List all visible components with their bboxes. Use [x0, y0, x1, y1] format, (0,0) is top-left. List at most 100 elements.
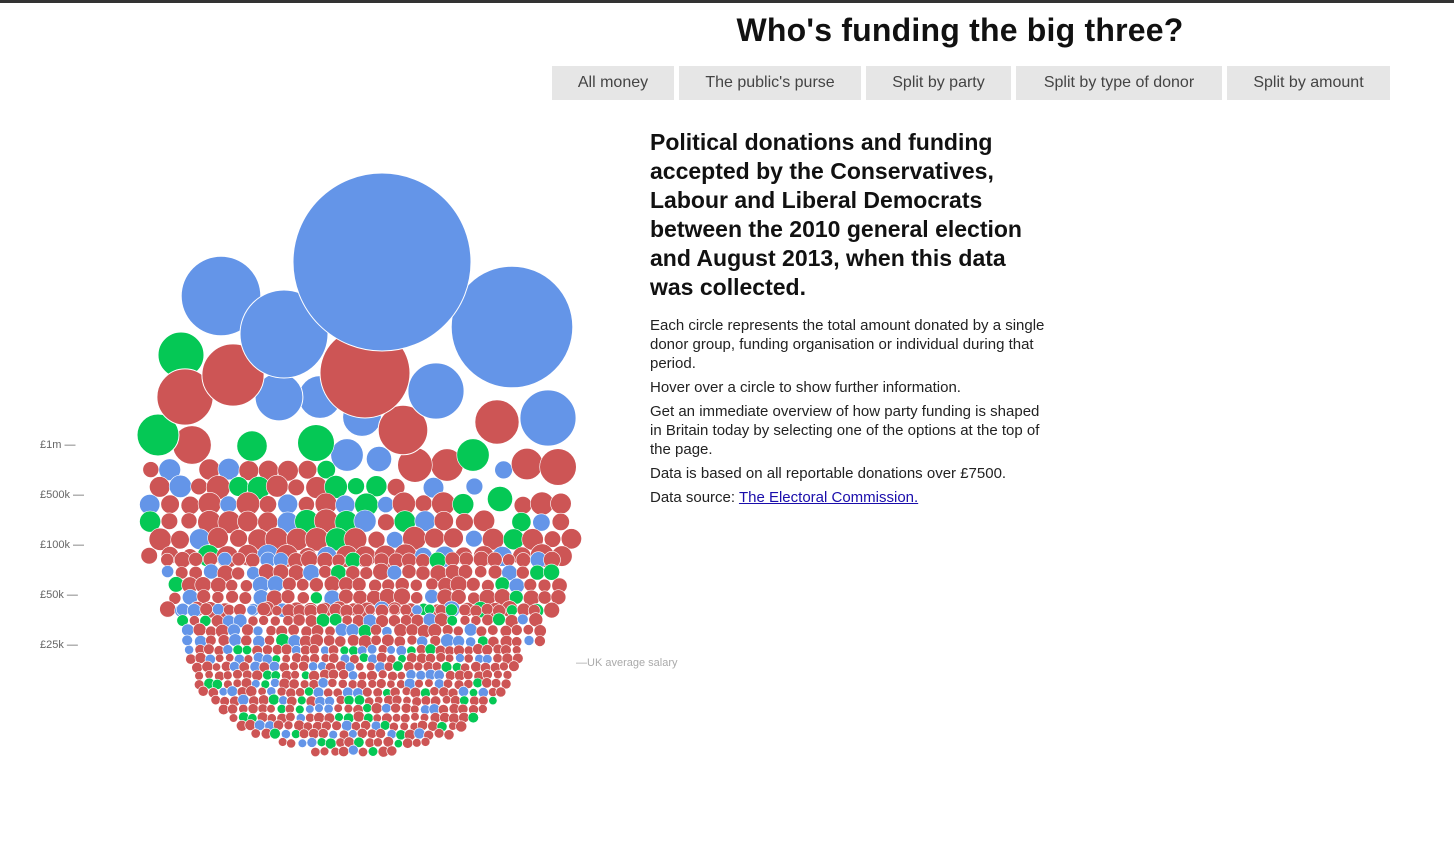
donor-circle-labour[interactable] — [343, 703, 354, 714]
donor-circle-labour[interactable] — [188, 551, 203, 567]
donor-circle-labour[interactable] — [338, 669, 349, 680]
donor-circle-labour[interactable] — [289, 661, 299, 672]
donor-circle-labour[interactable] — [338, 745, 350, 757]
donor-circle-conservative[interactable] — [277, 493, 299, 515]
donor-circle-conservative[interactable] — [386, 564, 403, 581]
donor-circle-labour[interactable] — [396, 671, 406, 681]
donor-circle-conservative[interactable] — [328, 729, 338, 740]
donor-circle-labour[interactable] — [370, 702, 383, 715]
donor-circle-labour[interactable] — [239, 579, 253, 593]
donor-circle-conservative[interactable] — [297, 738, 308, 748]
donor-circle-labour[interactable] — [149, 476, 171, 498]
donor-circle-labour[interactable] — [276, 686, 287, 697]
donor-circle-labour[interactable] — [429, 686, 440, 697]
donor-circle-labour[interactable] — [376, 651, 388, 664]
donor-circle-labour[interactable] — [352, 710, 365, 723]
donor-circle-conservative[interactable] — [455, 653, 465, 663]
donor-circle-labour[interactable] — [481, 677, 493, 689]
donor-circle-labour[interactable] — [231, 552, 246, 567]
donor-circle-labour[interactable] — [210, 694, 221, 706]
donor-circle-conservative[interactable] — [494, 460, 513, 480]
donor-circle-labour[interactable] — [323, 687, 334, 698]
donor-circle-labour[interactable] — [264, 634, 275, 646]
donor-circle-conservative[interactable] — [465, 529, 483, 548]
donor-circle-conservative[interactable] — [226, 685, 239, 697]
donor-circle-labour[interactable] — [469, 604, 483, 618]
donor-circle-conservative[interactable] — [347, 670, 358, 681]
donor-circle-conservative[interactable] — [457, 685, 469, 697]
donor-circle-labour[interactable] — [415, 565, 431, 581]
donor-circle-labour[interactable] — [478, 695, 489, 706]
donor-circle-libdem[interactable] — [232, 644, 244, 656]
donor-circle-labour[interactable] — [424, 527, 445, 549]
donor-circle-labour[interactable] — [539, 448, 577, 486]
donor-circle-labour[interactable] — [529, 491, 554, 516]
donor-circle-labour[interactable] — [282, 576, 297, 592]
donor-circle-labour[interactable] — [463, 653, 474, 664]
donor-circle-labour[interactable] — [377, 669, 388, 680]
donor-circle-labour[interactable] — [510, 447, 543, 480]
donor-circle-conservative[interactable] — [330, 438, 364, 472]
donor-circle-labour[interactable] — [412, 738, 422, 748]
donor-circle-labour[interactable] — [199, 602, 213, 616]
donor-circle-conservative[interactable] — [465, 477, 484, 496]
donor-circle-labour[interactable] — [458, 603, 471, 617]
donor-circle-labour[interactable] — [280, 643, 293, 656]
donor-circle-labour[interactable] — [211, 591, 225, 604]
donor-circle-labour[interactable] — [390, 702, 401, 714]
donor-circle-labour[interactable] — [227, 703, 238, 715]
donor-circle-conservative[interactable] — [219, 495, 238, 514]
donor-circle-libdem[interactable] — [452, 493, 475, 516]
donor-circle-libdem[interactable] — [267, 693, 280, 706]
donor-circle-conservative[interactable] — [168, 474, 192, 498]
donor-circle-labour[interactable] — [357, 671, 368, 681]
donor-circle-libdem[interactable] — [334, 712, 344, 722]
donor-circle-labour[interactable] — [550, 492, 572, 515]
donor-circle-libdem[interactable] — [487, 486, 513, 512]
donor-circle-conservative[interactable] — [532, 513, 551, 532]
donor-circle-labour[interactable] — [160, 512, 178, 530]
donor-circle-labour[interactable] — [251, 669, 264, 682]
donor-circle-labour[interactable] — [265, 474, 289, 498]
donor-circle-labour[interactable] — [383, 661, 394, 672]
donor-circle-labour[interactable] — [240, 634, 253, 647]
donor-circle-labour[interactable] — [452, 625, 464, 637]
donor-circle-labour[interactable] — [433, 510, 454, 531]
donor-circle-labour[interactable] — [463, 669, 474, 681]
donor-circle-labour[interactable] — [351, 577, 367, 592]
donor-circle-conservative[interactable] — [305, 704, 315, 714]
donor-circle-labour[interactable] — [297, 460, 318, 480]
donor-circle-labour[interactable] — [415, 553, 431, 569]
donor-circle-labour[interactable] — [262, 644, 273, 656]
donor-circle-labour[interactable] — [174, 551, 192, 569]
donor-circle-libdem[interactable] — [353, 694, 366, 706]
donor-circle-labour[interactable] — [492, 653, 503, 664]
donor-circle-labour[interactable] — [534, 635, 546, 647]
donor-circle-labour[interactable] — [499, 661, 509, 672]
donor-circle-conservative[interactable] — [381, 703, 392, 714]
donor-circle-labour[interactable] — [375, 728, 386, 739]
donor-circle-labour[interactable] — [308, 644, 320, 655]
donor-circle-labour[interactable] — [229, 529, 248, 548]
donor-circle-labour[interactable] — [420, 695, 432, 706]
donor-circle-conservative[interactable] — [222, 644, 234, 655]
donor-circle-labour[interactable] — [495, 686, 507, 698]
donor-circle-conservative[interactable] — [424, 589, 440, 604]
public-purse-button[interactable]: The public's purse — [679, 66, 861, 100]
donor-circle-labour[interactable] — [190, 477, 208, 496]
donor-circle-labour[interactable] — [170, 530, 190, 550]
donor-circle-labour[interactable] — [515, 565, 530, 580]
donor-circle-libdem[interactable] — [348, 645, 359, 656]
donor-circle-labour[interactable] — [502, 553, 516, 567]
donor-circle-conservative[interactable] — [237, 694, 250, 706]
donor-circle-labour[interactable] — [364, 604, 376, 616]
donor-circle-labour[interactable] — [197, 685, 209, 697]
donor-circle-labour[interactable] — [225, 653, 235, 663]
donor-circle-labour[interactable] — [352, 603, 365, 616]
donor-circle-labour[interactable] — [337, 678, 348, 689]
donor-circle-labour[interactable] — [212, 662, 222, 672]
donor-circle-libdem[interactable] — [393, 739, 403, 749]
donor-circle-conservative[interactable] — [317, 677, 329, 689]
donor-circle-labour[interactable] — [515, 552, 531, 568]
donor-circle-libdem[interactable] — [242, 644, 253, 655]
